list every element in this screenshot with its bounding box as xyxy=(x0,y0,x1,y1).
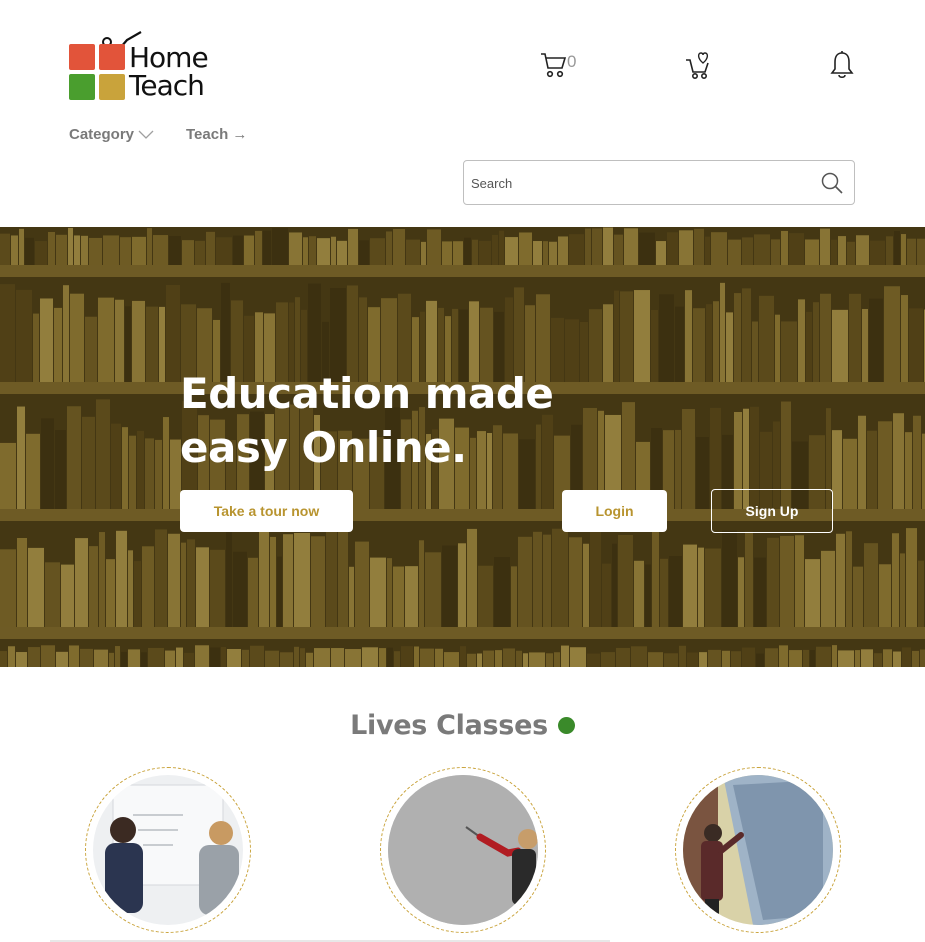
sign-up-button[interactable]: Sign Up xyxy=(711,489,833,533)
search-input[interactable] xyxy=(471,173,801,193)
nav-teach-label: Teach → xyxy=(186,126,248,143)
home-teach-logo[interactable]: Home Teach xyxy=(69,28,229,104)
logo-word-teach: Teach xyxy=(129,69,205,102)
main-nav: Category Teach → xyxy=(69,126,247,143)
hero-banner: Education made easy Online. Take a tour … xyxy=(0,227,925,667)
logo-squares xyxy=(69,44,125,100)
search-icon[interactable] xyxy=(820,171,844,195)
class-photo-teachers-at-whiteboard xyxy=(93,775,243,925)
live-class-card[interactable] xyxy=(675,767,841,933)
live-class-card[interactable] xyxy=(85,767,251,933)
shopping-cart-icon xyxy=(541,53,566,78)
nav-category-label: Category xyxy=(69,126,135,143)
hero-title-line-1: Education made xyxy=(180,369,554,418)
live-classes-header: Lives Classes xyxy=(0,710,925,741)
hero-title: Education made easy Online. xyxy=(180,367,600,475)
take-a-tour-button[interactable]: Take a tour now xyxy=(180,490,353,532)
logo-wordmark: Home Teach xyxy=(129,41,209,102)
cart-button[interactable]: 0 xyxy=(540,50,576,80)
logo-square-green xyxy=(69,74,95,100)
cart-count: 0 xyxy=(567,52,577,71)
class-photo-teacher-writing-on-board xyxy=(683,775,833,925)
class-photo-student-pointing-at-board xyxy=(388,775,538,925)
logo-word-home: Home xyxy=(129,41,209,74)
bell-icon xyxy=(830,51,854,79)
logo-square-gold xyxy=(99,74,125,100)
nav-teach[interactable]: Teach → xyxy=(186,126,247,143)
logo-square-red xyxy=(69,44,95,70)
login-button[interactable]: Login xyxy=(562,490,667,532)
wishlist-button[interactable] xyxy=(685,50,713,80)
nav-category[interactable]: Category xyxy=(69,126,186,143)
notifications-button[interactable] xyxy=(830,50,854,80)
live-classes-title: Lives Classes xyxy=(350,710,548,741)
live-class-card[interactable] xyxy=(380,767,546,933)
cart-heart-icon xyxy=(686,52,709,79)
search-box xyxy=(463,160,855,205)
live-indicator-dot xyxy=(557,717,575,734)
logo-square-orange xyxy=(99,44,125,70)
chevron-down-icon xyxy=(138,130,154,139)
hero-title-line-2: easy Online. xyxy=(180,423,467,472)
